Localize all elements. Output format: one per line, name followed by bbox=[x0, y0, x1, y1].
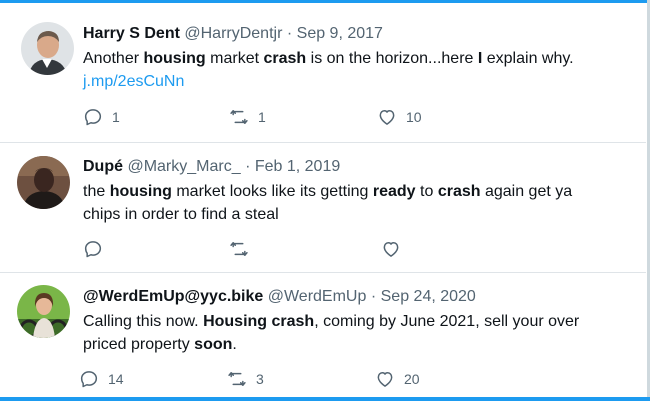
text-run-bold: ready bbox=[372, 183, 416, 200]
retweet-button[interactable]: 1 bbox=[229, 106, 266, 128]
text-run-bold: crash bbox=[263, 50, 307, 67]
author-handle[interactable]: @HarryDentjr bbox=[184, 25, 282, 42]
tweet-2[interactable]: Dupé @Marky_Marc_ · Feb 1, 2019 the hous… bbox=[0, 143, 646, 271]
text-run: Another bbox=[83, 50, 144, 67]
tweet-3[interactable]: @WerdEmUp@yyc.bike @WerdEmUp · Sep 24, 2… bbox=[0, 273, 646, 395]
heart-icon bbox=[381, 239, 401, 259]
avatar[interactable] bbox=[21, 22, 74, 75]
reply-count: 14 bbox=[108, 371, 124, 387]
author-name[interactable]: Harry S Dent bbox=[83, 25, 180, 42]
separator: · bbox=[370, 288, 377, 305]
heart-icon bbox=[375, 369, 395, 389]
like-button[interactable]: 10 bbox=[377, 106, 422, 128]
author-name[interactable]: Dupé bbox=[83, 158, 123, 175]
tweet-header: Harry S Dent @HarryDentjr · Sep 9, 2017 bbox=[83, 24, 383, 44]
tweet-actions bbox=[83, 238, 443, 260]
retweet-count: 1 bbox=[258, 109, 266, 125]
reply-button[interactable] bbox=[83, 238, 112, 260]
reply-icon bbox=[83, 239, 103, 259]
text-run: to bbox=[415, 183, 438, 200]
tweet-header: @WerdEmUp@yyc.bike @WerdEmUp · Sep 24, 2… bbox=[83, 287, 476, 307]
like-button[interactable] bbox=[381, 238, 410, 260]
tweet-actions: 1 1 10 bbox=[83, 106, 443, 128]
retweet-icon bbox=[229, 107, 249, 127]
text-run-bold: housing bbox=[143, 50, 206, 67]
reply-icon bbox=[83, 107, 103, 127]
author-handle[interactable]: @WerdEmUp bbox=[268, 288, 367, 305]
tweet-text: Calling this now. Housing crash, coming … bbox=[83, 310, 623, 356]
retweet-count: 3 bbox=[256, 371, 264, 387]
tweet-link[interactable]: j.mp/2esCuNn bbox=[83, 73, 184, 90]
text-run: . bbox=[232, 336, 237, 353]
like-button[interactable]: 20 bbox=[375, 368, 420, 390]
tweet-date[interactable]: Sep 9, 2017 bbox=[297, 25, 383, 42]
tweet-actions: 14 3 20 bbox=[79, 368, 439, 390]
text-run: market looks like its getting bbox=[171, 183, 373, 200]
retweet-icon bbox=[227, 369, 247, 389]
frame-bottom-border bbox=[0, 397, 650, 401]
author-name[interactable]: @WerdEmUp@yyc.bike bbox=[83, 288, 263, 305]
text-run: Calling this now. bbox=[83, 313, 204, 330]
reply-button[interactable]: 1 bbox=[83, 106, 120, 128]
separator: · bbox=[245, 158, 251, 175]
author-handle[interactable]: @Marky_Marc_ bbox=[127, 158, 240, 175]
like-count: 10 bbox=[406, 109, 422, 125]
retweet-icon bbox=[229, 239, 249, 259]
tweet-header: Dupé @Marky_Marc_ · Feb 1, 2019 bbox=[83, 157, 340, 177]
text-run-bold: crash bbox=[437, 183, 481, 200]
tweet-date[interactable]: Feb 1, 2019 bbox=[255, 158, 340, 175]
reply-count: 1 bbox=[112, 109, 120, 125]
heart-icon bbox=[377, 107, 397, 127]
text-run: explain why. bbox=[482, 50, 574, 67]
text-run-bold: soon bbox=[194, 336, 233, 353]
separator: · bbox=[286, 25, 293, 42]
retweet-button[interactable] bbox=[229, 238, 258, 260]
reply-icon bbox=[79, 369, 99, 389]
avatar[interactable] bbox=[17, 156, 70, 209]
text-run: the bbox=[83, 183, 110, 200]
retweet-button[interactable]: 3 bbox=[227, 368, 264, 390]
like-count: 20 bbox=[404, 371, 420, 387]
tweet-text: the housing market looks like its gettin… bbox=[83, 180, 583, 226]
tweet-1[interactable]: Harry S Dent @HarryDentjr · Sep 9, 2017 … bbox=[0, 0, 646, 140]
text-run: is on the horizon...here bbox=[306, 50, 478, 67]
text-run: market bbox=[205, 50, 264, 67]
avatar[interactable] bbox=[17, 285, 70, 338]
tweet-date[interactable]: Sep 24, 2020 bbox=[381, 288, 476, 305]
tweet-text: Another housing market crash is on the h… bbox=[83, 47, 623, 93]
text-run-bold: housing bbox=[109, 183, 172, 200]
reply-button[interactable]: 14 bbox=[79, 368, 124, 390]
text-run-bold: Housing crash bbox=[203, 313, 315, 330]
